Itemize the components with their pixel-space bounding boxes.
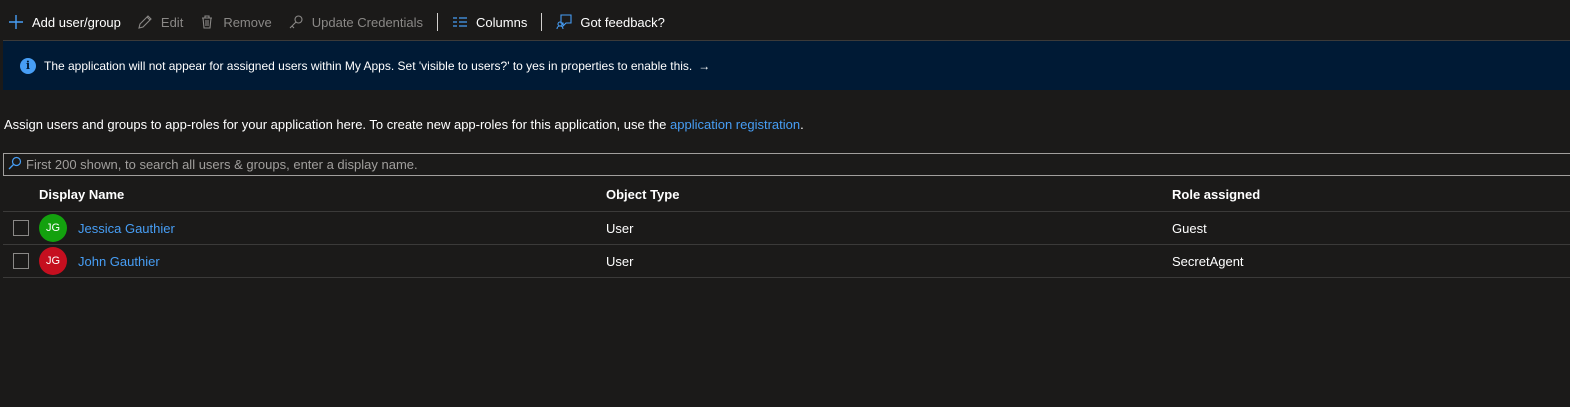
application-registration-link[interactable]: application registration xyxy=(670,117,800,132)
object-type-cell: User xyxy=(606,253,634,269)
role-assigned-cell: Guest xyxy=(1172,220,1207,236)
remove-label: Remove xyxy=(223,14,272,30)
row-checkbox[interactable] xyxy=(13,253,29,269)
toolbar-divider xyxy=(437,13,439,31)
column-header-object-type[interactable]: Object Type xyxy=(606,187,1172,202)
command-bar: Add user/group Edit Remove Update Creden… xyxy=(0,0,1570,44)
trash-icon xyxy=(199,14,215,30)
assignments-table: Display Name Object Type Role assigned J… xyxy=(3,178,1570,278)
edit-label: Edit xyxy=(160,14,184,30)
key-icon xyxy=(288,14,304,30)
plus-icon xyxy=(8,14,24,30)
update-credentials-button[interactable]: Update Credentials xyxy=(280,0,431,44)
column-header-display-name[interactable]: Display Name xyxy=(39,187,606,202)
display-name-cell: JG John Gauthier xyxy=(39,247,606,275)
row-check-cell xyxy=(3,220,39,236)
row-checkbox[interactable] xyxy=(13,220,29,236)
columns-button[interactable]: Columns xyxy=(444,0,535,44)
feedback-label: Got feedback? xyxy=(580,14,665,30)
info-icon: i xyxy=(20,57,36,74)
remove-button[interactable]: Remove xyxy=(191,0,279,44)
user-name-link[interactable]: John Gauthier xyxy=(78,254,160,269)
column-header-role-assigned[interactable]: Role assigned xyxy=(1172,187,1570,202)
search-input[interactable] xyxy=(22,157,1570,172)
banner-message: The application will not appear for assi… xyxy=(44,58,693,73)
page-description: Assign users and groups to app-roles for… xyxy=(4,117,804,132)
table-header-row: Display Name Object Type Role assigned xyxy=(3,178,1570,212)
user-name-link[interactable]: Jessica Gauthier xyxy=(78,221,175,236)
edit-button[interactable]: Edit xyxy=(129,0,191,44)
search-icon xyxy=(8,156,22,173)
description-suffix: . xyxy=(800,117,804,132)
table-row[interactable]: JG Jessica Gauthier User Guest xyxy=(3,212,1570,245)
info-banner: i The application will not appear for as… xyxy=(3,40,1570,90)
add-user-group-button[interactable]: Add user/group xyxy=(0,0,129,44)
feedback-icon xyxy=(556,14,572,30)
avatar: JG xyxy=(39,247,67,275)
row-check-cell xyxy=(3,253,39,269)
display-name-cell: JG Jessica Gauthier xyxy=(39,214,606,242)
search-box xyxy=(3,153,1570,176)
description-text: Assign users and groups to app-roles for… xyxy=(4,117,671,132)
add-user-group-label: Add user/group xyxy=(32,14,121,30)
toolbar-divider xyxy=(541,13,543,31)
update-credentials-label: Update Credentials xyxy=(311,14,424,30)
columns-label: Columns xyxy=(476,14,528,30)
pencil-icon xyxy=(137,14,153,30)
avatar: JG xyxy=(39,214,67,242)
table-row[interactable]: JG John Gauthier User SecretAgent xyxy=(3,245,1570,278)
arrow-right-icon[interactable]: → xyxy=(698,59,710,73)
feedback-button[interactable]: Got feedback? xyxy=(548,0,673,44)
role-assigned-cell: SecretAgent xyxy=(1172,253,1244,269)
object-type-cell: User xyxy=(606,220,634,236)
columns-icon xyxy=(452,14,468,30)
